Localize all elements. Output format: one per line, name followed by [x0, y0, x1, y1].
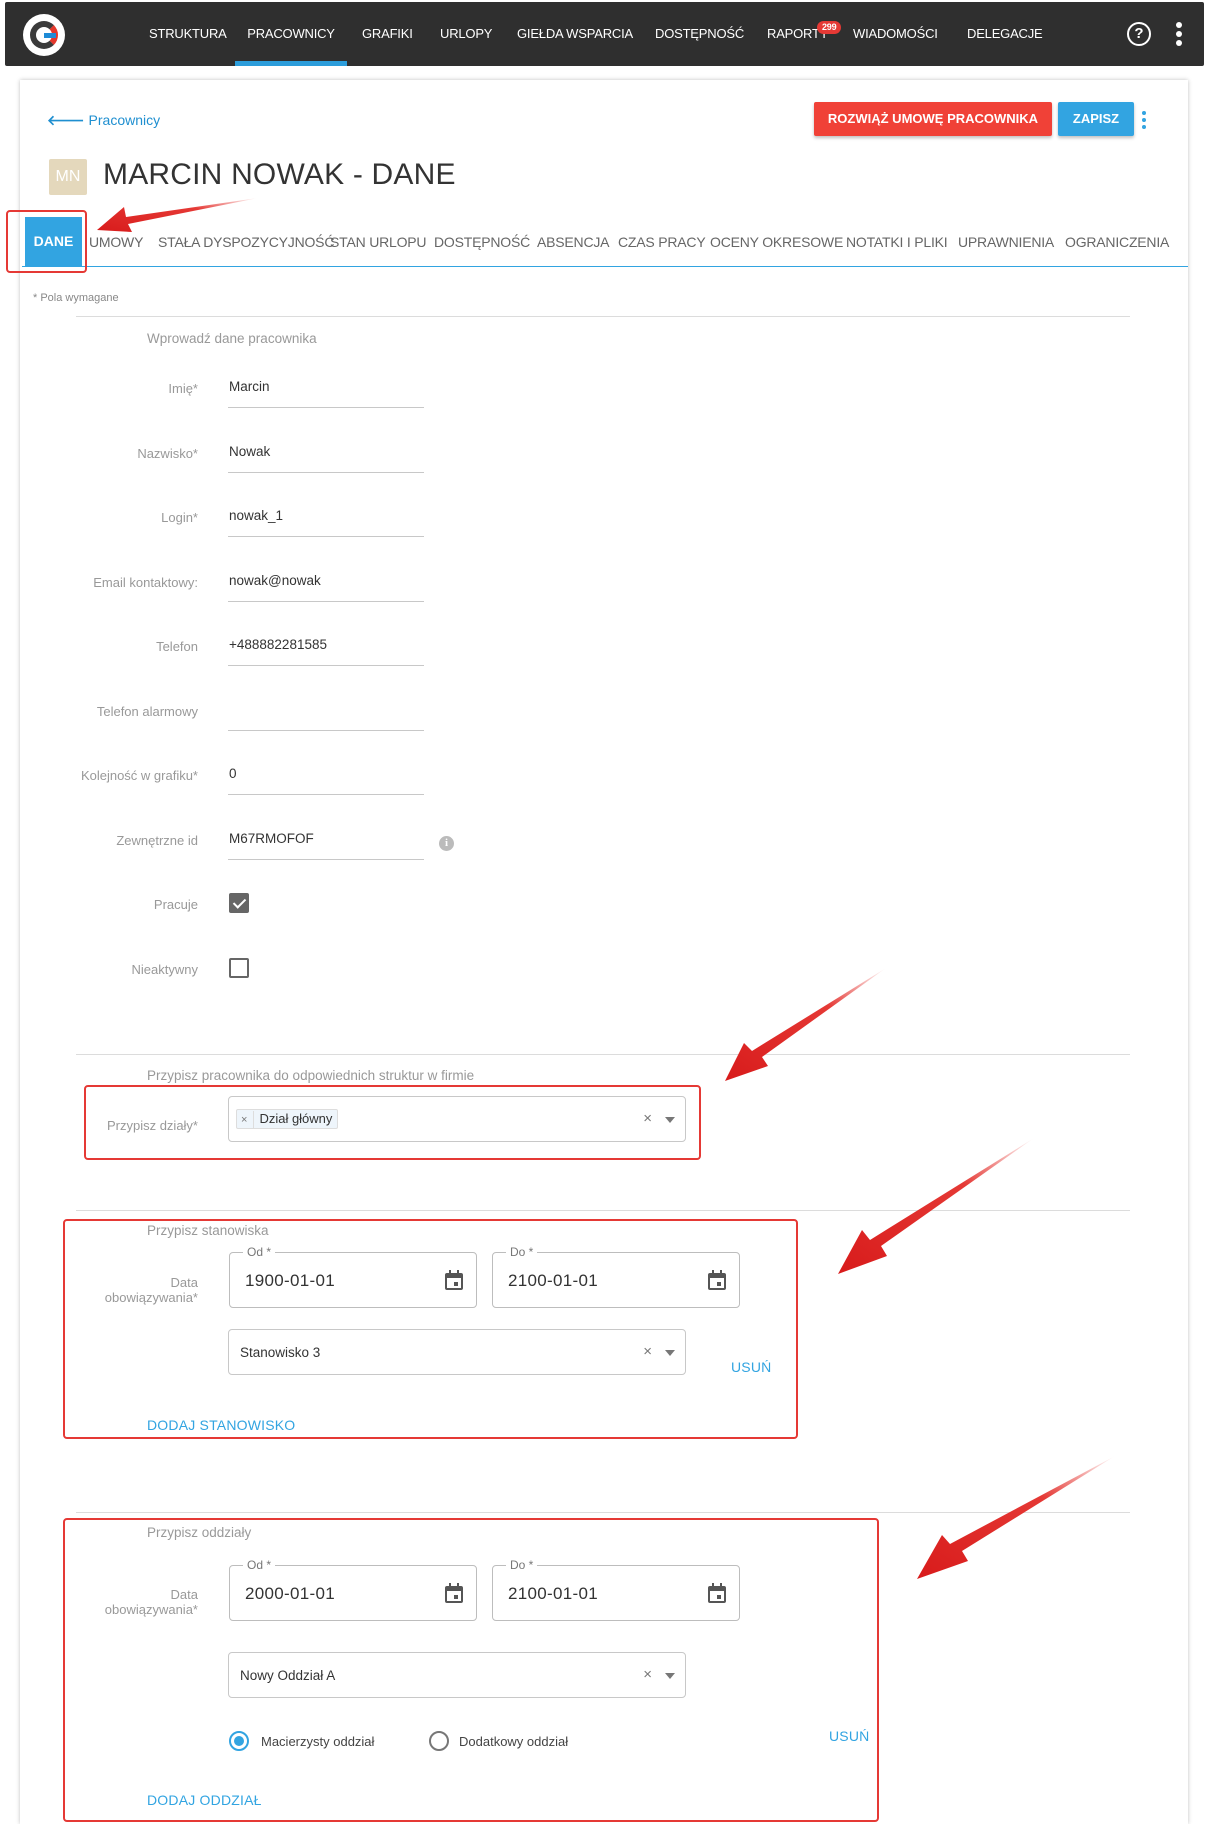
arrow-to-branches — [917, 1456, 1115, 1579]
arrow-to-positions — [838, 1138, 1034, 1274]
arrow-to-departments — [725, 968, 886, 1081]
arrow-to-tab — [97, 198, 258, 232]
annotation-arrows — [97, 198, 1115, 1579]
